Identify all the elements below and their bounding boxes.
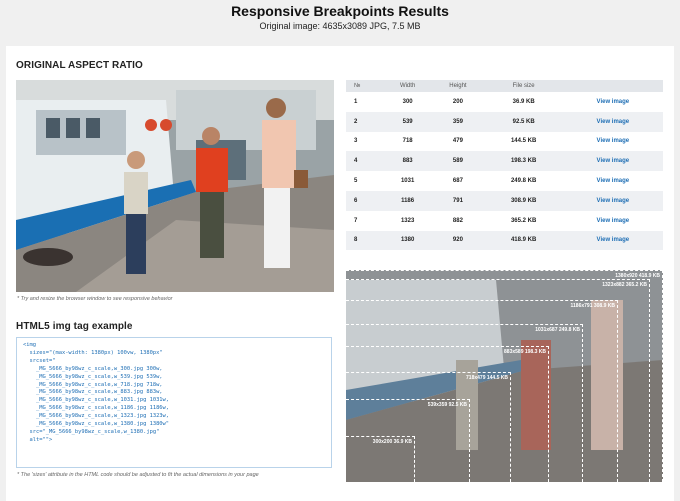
code-line: src="_MG_5666_by98wz_c_scale,w_1380.jpg"	[23, 428, 160, 435]
view-image-link[interactable]: View image	[597, 138, 630, 144]
row-link-cell: View image	[562, 111, 663, 132]
col-header-link	[562, 80, 663, 92]
row-file-size: 198.3 KB	[484, 151, 563, 172]
page-title: Responsive Breakpoints Results	[231, 3, 449, 19]
row-width: 883	[384, 151, 432, 172]
code-block[interactable]: <img sizes="(max-width: 1380px) 100vw, 1…	[16, 337, 332, 468]
view-image-link[interactable]: View image	[597, 119, 630, 125]
row-height: 882	[452, 217, 463, 224]
row-width: 1186	[384, 190, 432, 211]
page-header: Responsive Breakpoints Results Original …	[0, 0, 680, 44]
code-line: _MG_5666_by98wz_c_scale,w_718.jpg 718w,	[23, 381, 163, 388]
row-link-cell: View image	[562, 190, 663, 211]
row-number: 4	[346, 151, 384, 172]
row-file-size: 249.8 KB	[510, 178, 537, 185]
row-number: 2	[346, 111, 384, 132]
col-header-width: Width	[384, 80, 432, 92]
row-file-size: 144.5 KB	[510, 138, 537, 145]
breakpoint-box	[346, 270, 663, 482]
row-height: 589	[431, 151, 485, 172]
table-header-row: № Width Height File size	[346, 80, 663, 92]
row-file-size: 418.9 KB	[484, 230, 563, 251]
harbor-photo-illustration	[16, 80, 334, 292]
code-line: _MG_5666_by98wz_c_scale,w_1323.jpg 1323w…	[23, 413, 170, 420]
row-link-cell: View image	[563, 171, 663, 191]
col-header-height: Height	[431, 80, 485, 92]
row-link-cell: View image	[563, 132, 663, 152]
table-row: 8 1380 920 418.9 KB View image	[346, 230, 663, 251]
row-height: 200	[452, 98, 463, 105]
view-image-link[interactable]: View image	[597, 198, 630, 204]
code-line: _MG_5666_by98wz_c_scale,w_1380.jpg 1380w…	[23, 421, 170, 428]
view-image-link[interactable]: View image	[597, 237, 630, 243]
resize-hint: * Try and resize the browser window to s…	[17, 296, 173, 302]
sizes-hint: * The 'sizes' attribute in the HTML code…	[17, 472, 259, 478]
row-number: 3	[354, 138, 358, 145]
breakpoint-label: 1380x920 418.9 KB	[615, 273, 660, 279]
row-width: 1323	[400, 217, 415, 224]
code-line: alt="">	[23, 436, 53, 443]
breakpoints-visualization: 300x200 36.9 KB 539x359 92.5 KB 718x479 14…	[346, 270, 663, 482]
row-file-size: 92.5 KB	[484, 111, 563, 132]
table-body: 1 300 200 36.9 KB View image 2 539 359 92.5 KB Vi…	[346, 92, 663, 251]
table-row: 5 1031 687 249.8 KB View image	[346, 171, 663, 191]
row-number: 8	[346, 230, 384, 251]
original-photo	[16, 80, 334, 292]
code-line: <img	[23, 342, 36, 348]
row-number: 1	[354, 98, 358, 105]
row-width: 1380	[384, 230, 432, 251]
col-header-file-size: File size	[484, 80, 563, 92]
row-link-cell: View image	[563, 211, 663, 231]
table-row: 6 1186 791 308.9 KB View image	[346, 190, 663, 211]
row-number: 6	[346, 190, 384, 211]
row-number: 7	[354, 217, 358, 224]
row-height: 359	[431, 111, 485, 132]
row-file-size: 36.9 KB	[512, 98, 535, 105]
table-row: 4 883 589 198.3 KB View image	[346, 151, 663, 172]
aspect-ratio-heading: ORIGINAL ASPECT RATIO	[16, 60, 143, 71]
code-line: srcset="	[23, 357, 56, 364]
row-width: 1031	[400, 178, 415, 185]
row-height: 920	[431, 230, 485, 251]
row-link-cell: View image	[563, 92, 663, 112]
breakpoints-table: № Width Height File size 1 300 200 36.9 KB V…	[346, 80, 663, 251]
row-width: 718	[402, 138, 413, 145]
table-row: 7 1323 882 365.2 KB View image	[346, 211, 663, 231]
page-subtitle: Original image: 4635x3089 JPG, 7.5 MB	[259, 21, 421, 31]
table-row: 1 300 200 36.9 KB View image	[346, 92, 663, 112]
code-line: _MG_5666_by98wz_c_scale,w_883.jpg 883w,	[23, 389, 163, 396]
row-number: 5	[354, 178, 358, 185]
row-link-cell: View image	[562, 230, 663, 251]
table-row: 2 539 359 92.5 KB View image	[346, 111, 663, 132]
code-line: sizes="(max-width: 1380px) 100vw, 1380px…	[23, 349, 163, 356]
row-width: 300	[402, 98, 413, 105]
row-link-cell: View image	[562, 151, 663, 172]
col-header-number: №	[346, 80, 384, 92]
row-width: 539	[384, 111, 432, 132]
row-height: 791	[431, 190, 485, 211]
row-height: 687	[452, 178, 463, 185]
view-image-link[interactable]: View image	[597, 178, 630, 184]
code-line: _MG_5666_by98wz_c_scale,w_1186.jpg 1186w…	[23, 405, 170, 412]
table-row: 3 718 479 144.5 KB View image	[346, 132, 663, 152]
view-image-link[interactable]: View image	[597, 99, 630, 105]
view-image-link[interactable]: View image	[597, 158, 630, 164]
code-line: _MG_5666_by98wz_c_scale,w_300.jpg 300w,	[23, 365, 163, 372]
row-file-size: 365.2 KB	[510, 217, 537, 224]
code-line: _MG_5666_by98wz_c_scale,w_1031.jpg 1031w…	[23, 397, 170, 404]
row-height: 479	[452, 138, 463, 145]
html5-heading: HTML5 img tag example	[16, 321, 133, 332]
row-file-size: 308.9 KB	[484, 190, 563, 211]
code-line: _MG_5666_by98wz_c_scale,w_539.jpg 539w,	[23, 373, 163, 380]
view-image-link[interactable]: View image	[597, 218, 630, 224]
